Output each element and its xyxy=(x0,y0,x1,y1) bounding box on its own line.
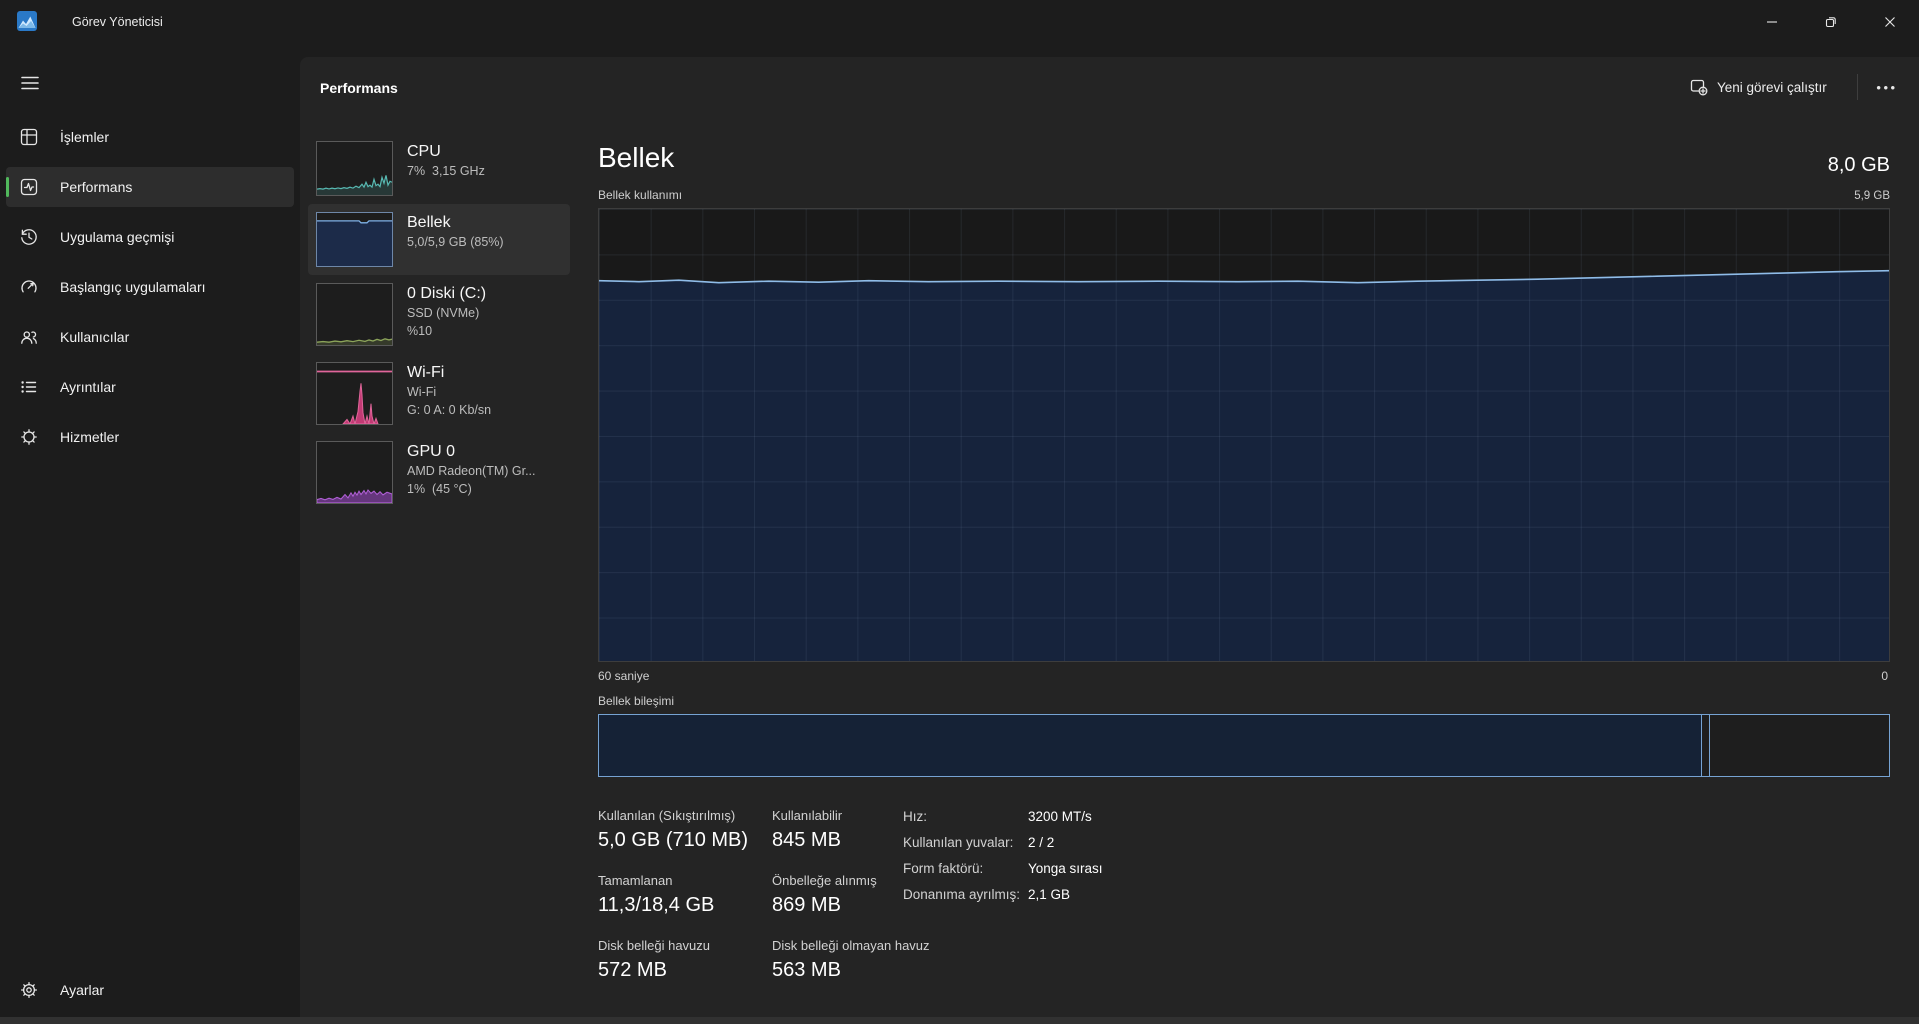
performance-resource-list: CPU 7% 3,15 GHz Bellek 5,0/5,9 GB (85%) xyxy=(308,133,570,512)
detail-value: 3200 MT/s xyxy=(1028,809,1103,824)
sidebar-item-startup-apps[interactable]: Başlangıç uygulamaları xyxy=(6,267,294,307)
sidebar-item-users[interactable]: Kullanıcılar xyxy=(6,317,294,357)
services-icon xyxy=(20,428,38,446)
sidebar-item-label: Başlangıç uygulamaları xyxy=(60,279,206,295)
sidebar-item-services[interactable]: Hizmetler xyxy=(6,417,294,457)
close-button[interactable] xyxy=(1860,0,1919,44)
content-panel: Performans Yeni görevi çalıştır ••• CPU … xyxy=(300,57,1919,1024)
chart-x-axis-left: 60 saniye xyxy=(598,669,649,683)
perf-item-name: Wi-Fi xyxy=(407,362,491,383)
users-icon xyxy=(20,328,38,346)
sidebar-item-processes[interactable]: İşlemler xyxy=(6,117,294,157)
settings-label: Ayarlar xyxy=(60,982,104,998)
perf-item-name: 0 Diski (C:) xyxy=(407,283,486,304)
sidebar-item-settings[interactable]: Ayarlar xyxy=(6,970,294,1010)
perf-item-cpu[interactable]: CPU 7% 3,15 GHz xyxy=(308,133,570,204)
perf-item-name: GPU 0 xyxy=(407,441,536,462)
chart-x-axis-right: 0 xyxy=(1881,669,1888,683)
perf-item-stat: G: 0 A: 0 Kb/sn xyxy=(407,401,491,419)
hardware-details-list: Hız:3200 MT/s Kullanılan yuvalar:2 / 2 F… xyxy=(903,809,1103,902)
taskbar-edge xyxy=(0,1017,1919,1024)
history-icon xyxy=(20,228,38,246)
task-manager-app-icon xyxy=(17,11,37,31)
memory-detail-pane: Bellek 8,0 GB Bellek kullanımı 5,9 GB 60… xyxy=(598,57,1890,1024)
sidebar-item-label: Uygulama geçmişi xyxy=(60,229,174,245)
perf-item-stat: AMD Radeon(TM) Gr... xyxy=(407,462,536,480)
task-manager-window: Görev Yöneticisi İşlemler Perf xyxy=(0,0,1919,1024)
detail-label: Donanıma ayrılmış: xyxy=(903,887,1028,902)
memory-mini-chart xyxy=(316,212,393,267)
stat-non-paged-pool: Disk belleği olmayan havuz 563 MB xyxy=(772,938,1002,982)
perf-item-memory[interactable]: Bellek 5,0/5,9 GB (85%) xyxy=(308,204,570,275)
minimize-button[interactable] xyxy=(1742,0,1801,44)
detail-value: Yonga sırası xyxy=(1028,861,1103,876)
perf-item-stat: SSD (NVMe) xyxy=(407,304,486,322)
gpu-mini-chart xyxy=(316,441,393,504)
perf-item-stat: 5,0/5,9 GB (85%) xyxy=(407,233,504,251)
details-icon xyxy=(20,378,38,396)
detail-label: Form faktörü: xyxy=(903,861,1028,876)
memory-composition-label: Bellek bileşimi xyxy=(598,694,674,708)
settings-gear-icon xyxy=(20,981,38,999)
perf-item-stat: 1% (45 °C) xyxy=(407,480,536,498)
page-title: Performans xyxy=(320,80,398,96)
sidebar-item-performance[interactable]: Performans xyxy=(6,167,294,207)
perf-item-stat: Wi-Fi xyxy=(407,383,491,401)
perf-item-disk[interactable]: 0 Diski (C:) SSD (NVMe) %10 xyxy=(308,275,570,354)
detail-value: 2 / 2 xyxy=(1028,835,1103,850)
sidebar-item-details[interactable]: Ayrıntılar xyxy=(6,367,294,407)
memory-title: Bellek xyxy=(598,142,674,174)
sidebar-item-label: Performans xyxy=(60,179,132,195)
sidebar-item-label: İşlemler xyxy=(60,129,109,145)
chart-scale-max: 5,9 GB xyxy=(1854,190,1890,202)
selected-indicator xyxy=(6,177,9,197)
composition-in-use-segment xyxy=(599,715,1702,776)
startup-icon xyxy=(20,278,38,296)
close-icon xyxy=(1884,16,1896,28)
perf-item-stat: 7% 3,15 GHz xyxy=(407,162,485,180)
performance-icon xyxy=(20,178,38,196)
menu-toggle-button[interactable] xyxy=(12,66,48,100)
detail-label: Kullanılan yuvalar: xyxy=(903,835,1028,850)
detail-label: Hız: xyxy=(903,809,1028,824)
wifi-mini-chart xyxy=(316,362,393,425)
cpu-mini-chart xyxy=(316,141,393,196)
detail-value: 2,1 GB xyxy=(1028,887,1103,902)
memory-composition-bar xyxy=(598,714,1890,777)
memory-usage-chart xyxy=(598,208,1890,662)
sidebar-item-label: Kullanıcılar xyxy=(60,329,129,345)
memory-total-capacity: 8,0 GB xyxy=(1828,154,1890,177)
perf-item-name: Bellek xyxy=(407,212,504,233)
sidebar-item-app-history[interactable]: Uygulama geçmişi xyxy=(6,217,294,257)
titlebar: Görev Yöneticisi xyxy=(0,0,1919,44)
sidebar-item-label: Ayrıntılar xyxy=(60,379,116,395)
hamburger-icon xyxy=(21,76,39,90)
minimize-icon xyxy=(1766,16,1778,28)
processes-icon xyxy=(20,128,38,146)
restore-button[interactable] xyxy=(1801,0,1860,44)
memory-usage-label: Bellek kullanımı xyxy=(598,188,682,202)
perf-item-gpu[interactable]: GPU 0 AMD Radeon(TM) Gr... 1% (45 °C) xyxy=(308,433,570,512)
composition-modified-segment xyxy=(1702,715,1710,776)
chart-gridlines xyxy=(599,209,1889,661)
window-title: Görev Yöneticisi xyxy=(72,15,163,29)
perf-item-stat: %10 xyxy=(407,322,486,340)
sidebar: İşlemler Performans Uygulama geçmişi Baş… xyxy=(6,117,294,467)
perf-item-name: CPU xyxy=(407,141,485,162)
disk-mini-chart xyxy=(316,283,393,346)
restore-icon xyxy=(1825,16,1837,28)
perf-item-wifi[interactable]: Wi-Fi Wi-Fi G: 0 A: 0 Kb/sn xyxy=(308,354,570,433)
sidebar-item-label: Hizmetler xyxy=(60,429,119,445)
